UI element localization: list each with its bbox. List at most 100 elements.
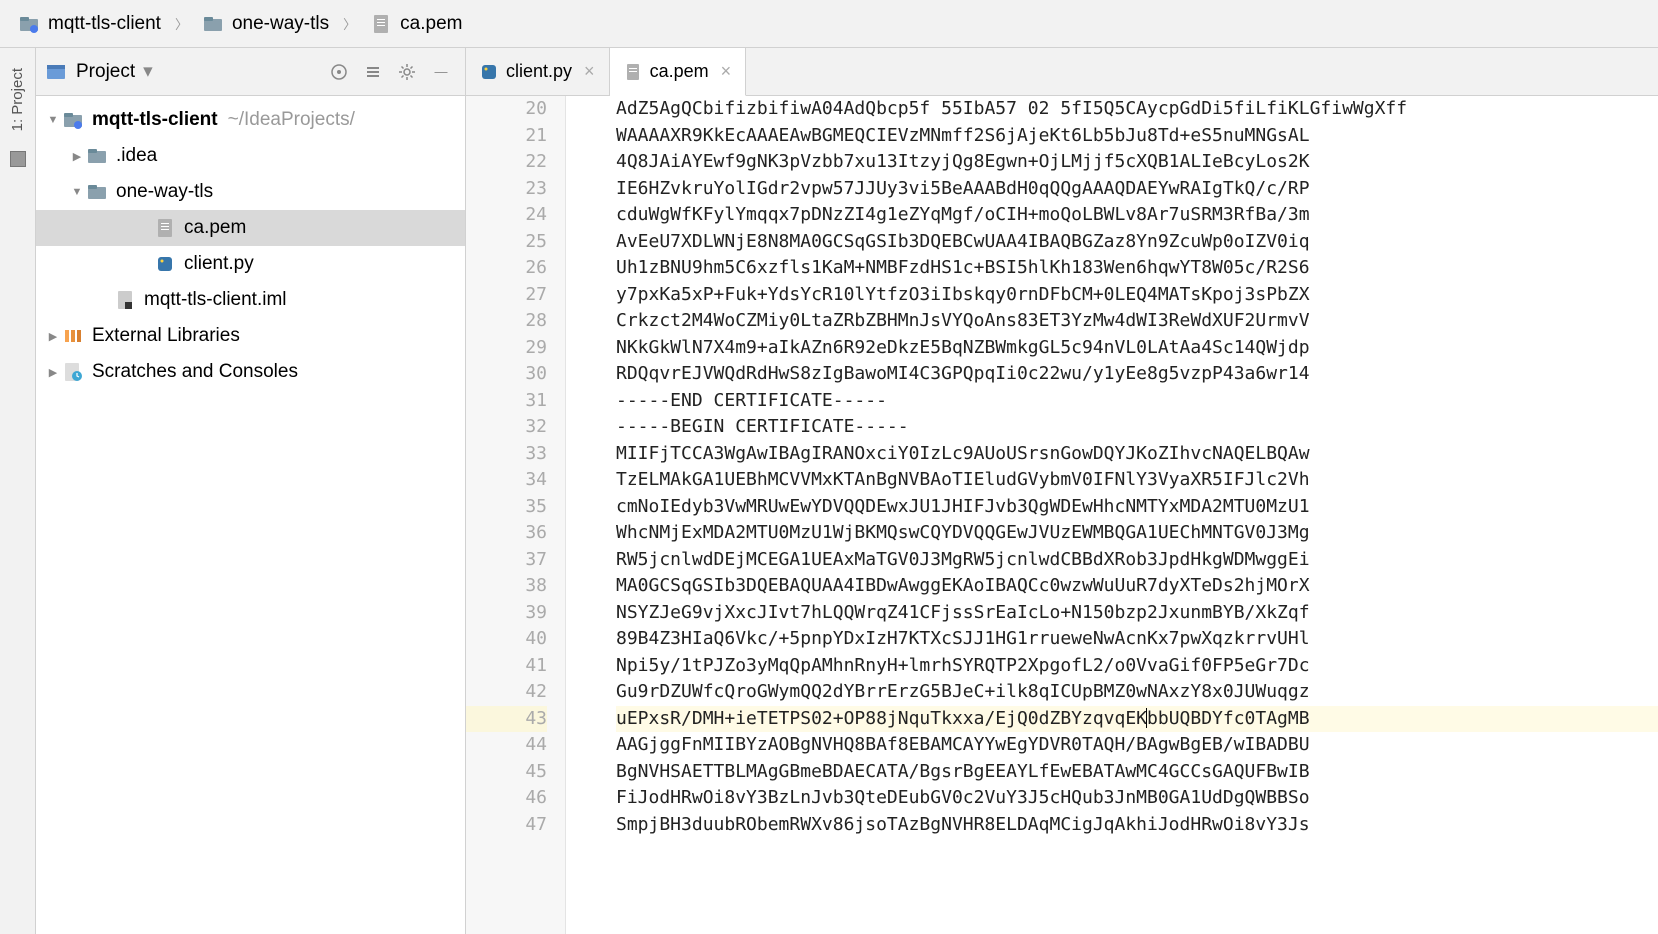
- code-line[interactable]: WAAAAXR9KkEcAAAEAwBGMEQCIEVzMNmff2S6jAje…: [616, 123, 1658, 150]
- line-number: 22: [466, 149, 547, 176]
- line-number: 29: [466, 335, 547, 362]
- file-icon: [370, 13, 392, 35]
- code-line[interactable]: FiJodHRwOi8vY3BzLnJvb3QteDEubGV0c2VuY3J5…: [616, 785, 1658, 812]
- line-number: 37: [466, 547, 547, 574]
- tree-item-one-way-tls[interactable]: ▼ one-way-tls: [36, 174, 465, 210]
- tree-item-mqtt-tls-client[interactable]: ▼ mqtt-tls-client ~/IdeaProjects/: [36, 102, 465, 138]
- code-line[interactable]: y7pxKa5xP+Fuk+YdsYcR10lYtfzO3iIbskqy0rnD…: [616, 282, 1658, 309]
- tree-item-client-py[interactable]: client.py: [36, 246, 465, 282]
- tree-item-mqtt-tls-client-iml[interactable]: mqtt-tls-client.iml: [36, 282, 465, 318]
- line-number: 30: [466, 361, 547, 388]
- tree-arrow-icon[interactable]: ▼: [68, 186, 86, 198]
- line-number: 34: [466, 467, 547, 494]
- folder-root-icon: [18, 13, 40, 35]
- iml-icon: [114, 289, 136, 311]
- line-number: 23: [466, 176, 547, 203]
- close-icon[interactable]: ×: [721, 61, 732, 82]
- tree-label: mqtt-tls-client: [92, 109, 218, 131]
- tab-ca-pem[interactable]: ca.pem ×: [610, 48, 747, 96]
- tree-item-ca-pem[interactable]: ca.pem: [36, 210, 465, 246]
- code-line[interactable]: TzELMAkGA1UEBhMCVVMxKTAnBgNVBAoTIEludGVy…: [616, 467, 1658, 494]
- line-number: 40: [466, 626, 547, 653]
- project-tool-tab[interactable]: 1: Project: [5, 58, 30, 141]
- line-number: 26: [466, 255, 547, 282]
- tool-window-rail: 1: Project: [0, 48, 36, 934]
- code-line[interactable]: NKkGkWlN7X4m9+aIkAZn6R92eDkzE5BqNZBWmkgG…: [616, 335, 1658, 362]
- tree-item-external-libraries[interactable]: ▶ External Libraries: [36, 318, 465, 354]
- line-number: 32: [466, 414, 547, 441]
- tree-arrow-icon[interactable]: ▶: [44, 330, 62, 343]
- breadcrumb-folder[interactable]: one-way-tls: [194, 9, 337, 39]
- tree-arrow-icon[interactable]: ▼: [44, 114, 62, 126]
- line-gutter: 2021222324252627282930313233343536373839…: [466, 96, 566, 934]
- code-line[interactable]: MA0GCSqGSIb3DQEBAQUAA4IBDwAwggEKAoIBAQCc…: [616, 573, 1658, 600]
- code-line[interactable]: AAGjggFnMIIBYzAOBgNVHQ8BAf8EBAMCAYYwEgYD…: [616, 732, 1658, 759]
- folder-root-icon: [62, 109, 84, 131]
- tree-label: one-way-tls: [116, 181, 213, 203]
- tree-arrow-icon[interactable]: ▶: [68, 150, 86, 163]
- code-line[interactable]: RDQqvrEJVWQdRdHwS8zIgBawoMI4C3GPQpqIi0c2…: [616, 361, 1658, 388]
- editor[interactable]: 2021222324252627282930313233343536373839…: [466, 96, 1658, 934]
- project-tree: ▼ mqtt-tls-client ~/IdeaProjects/ ▶.idea ▼ on…: [36, 96, 465, 396]
- select-opened-file-button[interactable]: [325, 58, 353, 86]
- code-content[interactable]: AdZ5AgQCbifizbifiwA04AdQbcp5f 55IbA57 02…: [566, 96, 1658, 934]
- breadcrumb-label: ca.pem: [400, 13, 462, 35]
- breadcrumb-file[interactable]: ca.pem: [362, 9, 470, 39]
- project-panel-header: Project ▾ —: [36, 48, 465, 96]
- code-line[interactable]: 89B4Z3HIaQ6Vkc/+5pnpYDxIzH7KTXcSJJ1HG1rr…: [616, 626, 1658, 653]
- line-number: 28: [466, 308, 547, 335]
- breadcrumb-label: mqtt-tls-client: [48, 13, 161, 35]
- settings-button[interactable]: [393, 58, 421, 86]
- line-number: 41: [466, 653, 547, 680]
- code-line[interactable]: 4Q8JAiAYEwf9gNK3pVzbb7xu13ItzyjQg8Egwn+O…: [616, 149, 1658, 176]
- gear-icon: [398, 63, 416, 81]
- code-line[interactable]: BgNVHSAETTBLMAgGBmeBDAECATA/BgsrBgEEAYLf…: [616, 759, 1658, 786]
- code-line[interactable]: cmNoIEdyb3VwMRUwEwYDVQQDEwxJU1JHIFJvb3Qg…: [616, 494, 1658, 521]
- project-view-selector[interactable]: Project ▾: [46, 60, 153, 83]
- code-line[interactable]: -----BEGIN CERTIFICATE-----: [616, 414, 1658, 441]
- line-number: 36: [466, 520, 547, 547]
- line-number: 35: [466, 494, 547, 521]
- code-line[interactable]: RW5jcnlwdDEjMCEGA1UEAxMaTGV0J3MgRW5jcnlw…: [616, 547, 1658, 574]
- tree-label: External Libraries: [92, 325, 240, 347]
- rail-label: 1: Project: [9, 68, 26, 131]
- code-line[interactable]: uEPxsR/DMH+ieTETPS02+OP88jNquTkxxa/EjQ0d…: [616, 706, 1658, 733]
- line-number: 20: [466, 96, 547, 123]
- tree-item-scratches-and-consoles[interactable]: ▶Scratches and Consoles: [36, 354, 465, 390]
- close-icon[interactable]: ×: [584, 61, 595, 82]
- tab-client-py[interactable]: client.py ×: [466, 48, 610, 95]
- tree-label: client.py: [184, 253, 254, 275]
- tree-path: ~/IdeaProjects/: [228, 109, 355, 131]
- folder-icon: [86, 181, 108, 203]
- expand-all-button[interactable]: [359, 58, 387, 86]
- code-line[interactable]: WhcNMjExMDA2MTU0MzU1WjBKMQswCQYDVQQGEwJV…: [616, 520, 1658, 547]
- code-line[interactable]: SmpjBH3duubRObemRWXv86jsoTAzBgNVHR8ELDAq…: [616, 812, 1658, 839]
- chevron-right-icon: 〉: [175, 14, 188, 33]
- editor-tabs: client.py × ca.pem ×: [466, 48, 1658, 96]
- code-line[interactable]: AvEeU7XDLWNjE8N8MA0GCSqGSIb3DQEBCwUAA4IB…: [616, 229, 1658, 256]
- code-line[interactable]: MIIFjTCCA3WgAwIBAgIRANOxciY0IzLc9AUoUSrs…: [616, 441, 1658, 468]
- code-line[interactable]: Gu9rDZUWfcQroGWymQQ2dYBrrErzG5BJeC+ilk8q…: [616, 679, 1658, 706]
- code-line[interactable]: IE6HZvkruYolIGdr2vpw57JJUy3vi5BeAAABdH0q…: [616, 176, 1658, 203]
- hide-button[interactable]: —: [427, 58, 455, 86]
- structure-tool-icon[interactable]: [10, 151, 26, 167]
- line-number: 45: [466, 759, 547, 786]
- tree-item--idea[interactable]: ▶.idea: [36, 138, 465, 174]
- code-line[interactable]: Uh1zBNU9hm5C6xzfls1KaM+NMBFzdHS1c+BSI5hl…: [616, 255, 1658, 282]
- line-number: 44: [466, 732, 547, 759]
- code-line[interactable]: cduWgWfKFylYmqqx7pDNzZI4g1eZYqMgf/oCIH+m…: [616, 202, 1658, 229]
- python-icon: [480, 63, 498, 81]
- tree-arrow-icon[interactable]: ▶: [44, 366, 62, 379]
- code-line[interactable]: NSYZJeG9vjXxcJIvt7hLQQWrqZ41CFjssSrEaIcL…: [616, 600, 1658, 627]
- code-line[interactable]: AdZ5AgQCbifizbifiwA04AdQbcp5f 55IbA57 02…: [616, 96, 1658, 123]
- breadcrumb-label: one-way-tls: [232, 13, 329, 35]
- file-icon: [624, 63, 642, 81]
- line-number: 39: [466, 600, 547, 627]
- code-line[interactable]: -----END CERTIFICATE-----: [616, 388, 1658, 415]
- tree-label: mqtt-tls-client.iml: [144, 289, 287, 311]
- line-number: 46: [466, 785, 547, 812]
- code-line[interactable]: Crkzct2M4WoCZMiy0LtaZRbZBHMnJsVYQoAns83E…: [616, 308, 1658, 335]
- breadcrumb-root[interactable]: mqtt-tls-client: [10, 9, 169, 39]
- line-number: 47: [466, 812, 547, 839]
- code-line[interactable]: Npi5y/1tPJZo3yMqQpAMhnRnyH+lmrhSYRQTP2Xp…: [616, 653, 1658, 680]
